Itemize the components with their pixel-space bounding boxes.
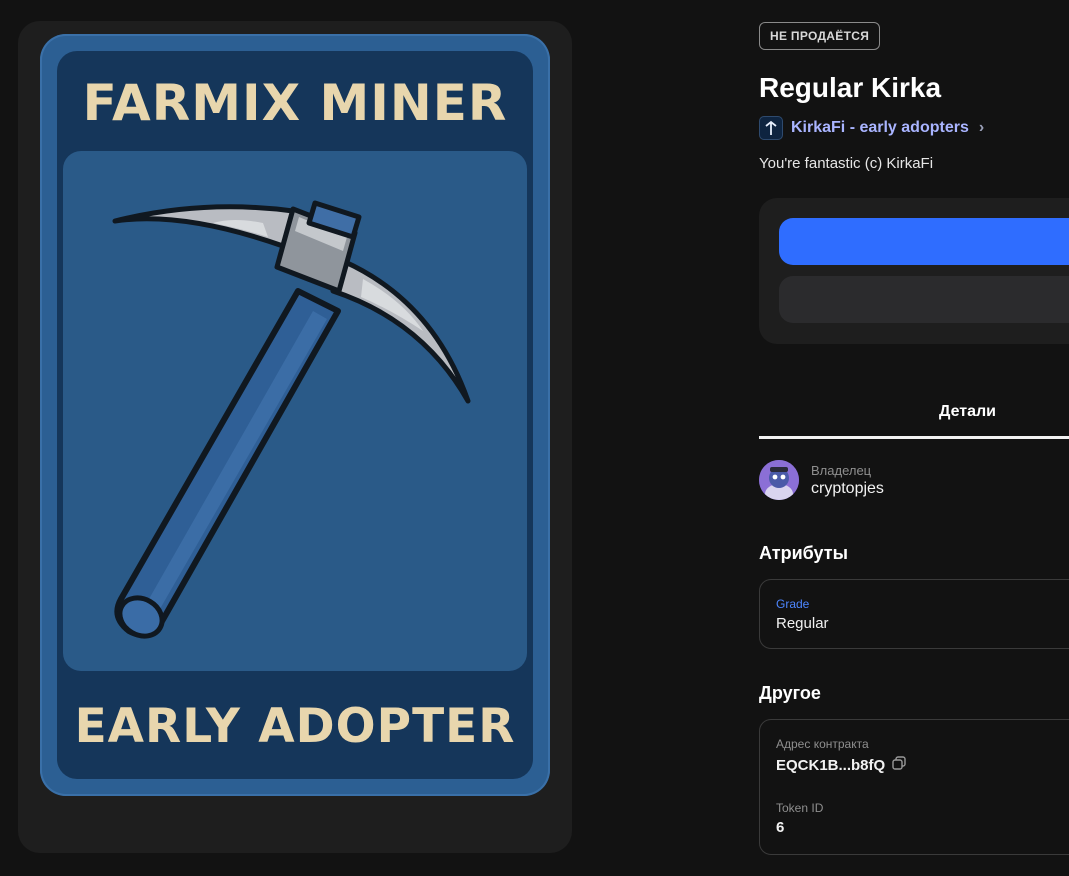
primary-action-button[interactable] [779,218,1069,265]
artwork-title: FARMIX MINER [82,74,508,132]
other-info-card: Адрес контракта EQCK1B...b8fQ Token ID 6 [759,719,1069,855]
attribute-value: Regular [776,615,829,632]
token-id-value: 6 [776,819,785,836]
copy-icon[interactable] [891,755,907,775]
sale-status-badge: НЕ ПРОДАЁТСЯ [759,22,881,50]
collection-logo-icon [759,116,783,140]
pickaxe-illustration [112,200,471,639]
contract-address-label: Адрес контракта [776,737,869,751]
secondary-action-button[interactable] [779,276,1069,323]
collection-link[interactable]: KirkaFi - early adopters › [759,116,984,140]
nft-description: You're fantastic (c) KirkaFi [759,155,934,172]
attributes-title: Атрибуты [759,543,848,563]
nft-preview-panel: FARMIX MINER EARLY ADOPTER [18,21,572,853]
tab-active-indicator [759,436,1069,439]
token-id-label: Token ID [776,801,824,815]
actions-panel [759,198,1069,344]
nft-details-column: НЕ ПРОДАЁТСЯ Regular Kirka KirkaFi - ear… [759,0,1069,876]
nft-artwork[interactable]: FARMIX MINER EARLY ADOPTER [40,34,550,796]
other-title: Другое [759,683,821,703]
nft-artwork-inner: FARMIX MINER EARLY ADOPTER [57,51,533,779]
attribute-key: Grade [776,597,810,611]
artwork-subtitle: EARLY ADOPTER [74,699,516,754]
nft-name: Regular Kirka [759,72,942,103]
artwork-illustration-area [63,151,527,671]
owner-label: Владелец [811,462,872,478]
contract-address-row: EQCK1B...b8fQ [776,755,907,775]
owner-row[interactable]: Владелец cryptopjes [759,460,884,500]
attribute-card[interactable]: Grade Regular [759,579,1069,649]
chevron-right-icon: › [978,119,985,136]
collection-name: KirkaFi - early adopters [791,119,969,136]
tab-details-label: Детали [939,403,997,420]
owner-name[interactable]: cryptopjes [811,480,884,498]
contract-address-value: EQCK1B...b8fQ [776,756,886,774]
avatar [759,460,799,500]
